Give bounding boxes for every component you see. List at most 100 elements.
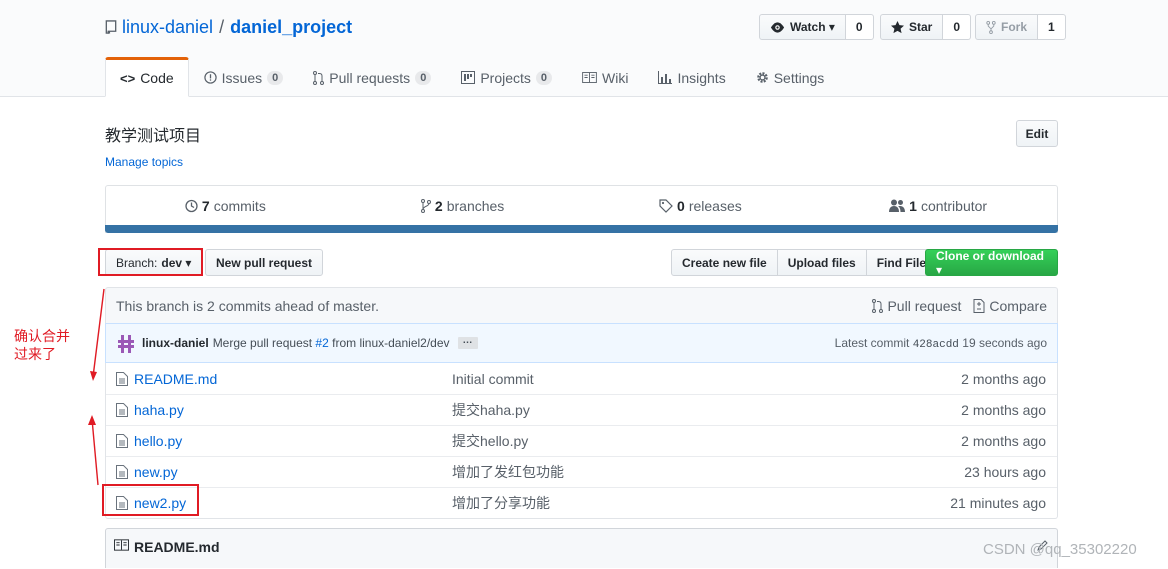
branches-count: 2	[434, 197, 443, 214]
file-commit-message[interactable]: 增加了分享功能	[452, 495, 550, 511]
commits-label: commits	[213, 197, 266, 214]
repo-nav-tabs: <> Code Issues 0 Pull requests 0 Project…	[105, 57, 839, 97]
edit-description-button[interactable]: Edit	[1016, 120, 1058, 147]
tab-issues-label: Issues	[221, 69, 263, 86]
contributors-label: contributor	[920, 197, 988, 214]
commit-age: 19 seconds ago	[962, 335, 1047, 350]
branch-status-bar: This branch is 2 commits ahead of master…	[105, 287, 1058, 323]
tab-settings-label: Settings	[773, 69, 825, 86]
file-icon	[116, 371, 128, 386]
compare-label: Compare	[989, 297, 1047, 314]
annotation-arrows	[88, 288, 105, 486]
create-new-file-button[interactable]: Create new file	[671, 249, 778, 276]
repo-title-separator: /	[219, 17, 225, 37]
file-name-link[interactable]: hello.py	[134, 433, 182, 449]
star-label: Star	[909, 20, 933, 34]
eye-icon	[770, 21, 785, 33]
tab-projects[interactable]: Projects 0	[446, 57, 567, 96]
file-age: 2 months ago	[961, 402, 1046, 418]
watch-group: Watch ▾ 0	[759, 14, 874, 40]
commit-pr-link[interactable]: #2	[315, 336, 328, 350]
file-icon	[116, 434, 128, 448]
fork-count[interactable]: 1	[1038, 14, 1066, 40]
commit-author[interactable]: linux-daniel	[142, 336, 209, 350]
tab-settings[interactable]: Settings	[741, 57, 840, 96]
git-branch-icon	[420, 198, 431, 213]
file-commit-message[interactable]: 提交haha.py	[452, 402, 530, 418]
file-name-link[interactable]: new.py	[134, 464, 178, 480]
code-icon: <>	[120, 70, 136, 86]
star-button[interactable]: Star	[880, 14, 944, 40]
tag-icon	[659, 198, 673, 213]
table-row: new2.py 增加了分享功能 21 minutes ago	[106, 487, 1057, 518]
manage-topics-link[interactable]: Manage topics	[105, 155, 183, 169]
readme-title: README.md	[134, 539, 220, 555]
expand-commit-ellipsis[interactable]: …	[457, 336, 478, 349]
repo-name-link[interactable]: daniel_project	[230, 17, 352, 38]
file-commit-message[interactable]: 增加了发红包功能	[452, 464, 564, 480]
pull-requests-counter: 0	[415, 70, 432, 85]
language-bar	[105, 225, 1058, 233]
file-commit-message[interactable]: 提交hello.py	[452, 433, 528, 449]
annotation-line2: 过来了	[14, 346, 56, 362]
gear-icon	[756, 71, 769, 84]
table-row: haha.py 提交haha.py 2 months ago	[106, 394, 1057, 425]
table-row: new.py 增加了发红包功能 23 hours ago	[106, 456, 1057, 487]
commit-sha-link[interactable]: 428acdd	[913, 339, 959, 351]
watch-count[interactable]: 0	[845, 14, 874, 40]
branch-status-text: This branch is 2 commits ahead of master…	[116, 297, 379, 314]
file-commit-message[interactable]: Initial commit	[452, 371, 534, 387]
diff-icon	[973, 298, 985, 313]
fork-button[interactable]: Fork	[975, 14, 1039, 40]
file-age: 2 months ago	[961, 370, 1046, 387]
releases-count: 0	[677, 197, 685, 214]
projects-counter: 0	[535, 70, 553, 85]
annotation-box-branch	[98, 248, 203, 276]
tab-pull-requests[interactable]: Pull requests 0	[298, 57, 446, 96]
file-name-link[interactable]: README.md	[134, 371, 217, 387]
repo-description: 教学测试项目	[105, 128, 202, 145]
branches-label: branches	[446, 197, 505, 214]
file-list: README.md Initial commit 2 months ago ha…	[105, 363, 1058, 519]
watermark: CSDN @qq_35302220	[983, 541, 1137, 558]
new-pull-request-button[interactable]: New pull request	[205, 249, 324, 276]
pull-request-label: Pull request	[887, 297, 962, 314]
tab-projects-label: Projects	[480, 69, 531, 86]
repo-title: linux-daniel / daniel_project	[105, 17, 352, 38]
fork-group: Fork 1	[975, 14, 1066, 40]
latest-commit-bar: linux-daniel Merge pull request #2 from …	[105, 323, 1058, 363]
latest-commit-label: Latest commit	[834, 335, 910, 350]
commit-message[interactable]: Merge pull request #2 from linux-daniel2…	[213, 336, 450, 350]
file-name-link[interactable]: haha.py	[134, 402, 184, 418]
upload-files-button[interactable]: Upload files	[776, 249, 867, 276]
commits-count: 7	[201, 197, 210, 214]
compare-link[interactable]: Compare	[973, 298, 1047, 314]
watch-label: Watch ▾	[790, 20, 835, 34]
tab-code[interactable]: <> Code	[105, 57, 189, 97]
clone-or-download-button[interactable]: Clone or download ▾	[925, 249, 1058, 277]
file-age: 21 minutes ago	[950, 495, 1046, 511]
repo-owner-link[interactable]: linux-daniel	[122, 17, 213, 38]
tab-issues[interactable]: Issues 0	[189, 57, 299, 96]
star-count[interactable]: 0	[943, 14, 972, 40]
tab-code-label: Code	[140, 70, 174, 86]
tab-wiki[interactable]: Wiki	[567, 57, 643, 96]
latest-commit-info: Latest commit 428acdd 19 seconds ago	[835, 336, 1047, 351]
file-icon	[116, 403, 128, 417]
avatar[interactable]	[116, 333, 136, 353]
file-actions-group: Create new file Upload files Find File	[671, 249, 938, 276]
annotation-box-new2	[102, 484, 199, 516]
readme-header: README.md	[105, 528, 1058, 568]
git-pull-request-icon	[313, 70, 325, 85]
file-age: 23 hours ago	[964, 464, 1046, 480]
git-pull-request-icon	[872, 298, 884, 313]
file-age: 2 months ago	[961, 433, 1046, 449]
repo-header: linux-daniel / daniel_project Watch ▾ 0 …	[0, 0, 1168, 97]
star-icon	[891, 20, 904, 34]
pull-request-link[interactable]: Pull request	[872, 298, 961, 314]
tab-pull-requests-label: Pull requests	[329, 69, 411, 86]
tab-insights-label: Insights	[677, 69, 726, 86]
tab-insights[interactable]: Insights	[643, 57, 740, 96]
issue-icon	[203, 71, 217, 84]
watch-button[interactable]: Watch ▾	[759, 14, 846, 40]
